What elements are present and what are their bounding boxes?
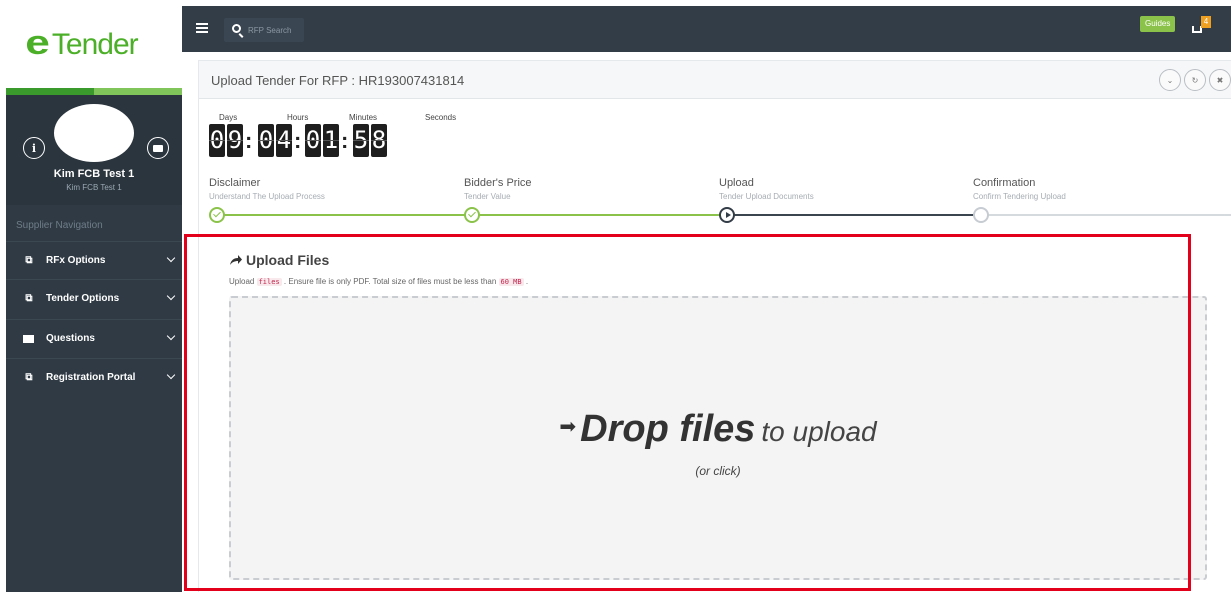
- chevron-down-icon: [166, 370, 176, 380]
- step-done-check-icon[interactable]: [464, 207, 480, 223]
- countdown-digit: 0: [258, 124, 274, 157]
- countdown-digit: 0: [209, 124, 225, 157]
- close-button[interactable]: ✖: [1209, 69, 1231, 91]
- copy-icon: ⧉: [25, 255, 33, 266]
- sidebar-item-rfx-options[interactable]: ⧉ RFx Options: [6, 241, 182, 279]
- step-title-bidders-price: Bidder's Price: [464, 177, 532, 189]
- countdown-digit: 0: [305, 124, 321, 157]
- profile-name: Kim FCB Test 1: [53, 168, 135, 180]
- countdown-separator: :: [294, 128, 302, 153]
- cart-count-badge: 4: [1201, 16, 1211, 28]
- countdown-days-label: Days: [219, 113, 238, 122]
- step-pending-icon[interactable]: [973, 207, 989, 223]
- step-progress-line: [727, 214, 981, 216]
- sidebar-item-registration-portal[interactable]: ⧉ Registration Portal: [6, 358, 182, 396]
- sidebar-item-label: Registration Portal: [46, 372, 136, 383]
- profile-panel: i Kim FCB Test 1 Kim FCB Test 1: [6, 95, 182, 205]
- countdown-minutes-label: Minutes: [349, 113, 378, 122]
- logo-text: Tender: [51, 28, 139, 61]
- etender-logo[interactable]: e Tender: [25, 24, 139, 63]
- countdown-separator: :: [341, 128, 349, 153]
- step-subtitle-upload: Tender Upload Documents: [719, 192, 814, 201]
- countdown-hours: 0 4: [258, 124, 292, 157]
- step-progress-line: [981, 214, 1231, 216]
- panel-header: Upload Tender For RFP : HR193007431814 ⌄…: [199, 61, 1231, 99]
- copy-icon: ⧉: [25, 372, 33, 383]
- menu-toggle-icon[interactable]: [196, 23, 208, 33]
- nav-heading: Supplier Navigation: [16, 220, 103, 231]
- mail-icon[interactable]: [147, 137, 169, 159]
- chevron-down-icon: [166, 331, 176, 341]
- countdown-minutes: 0 1: [305, 124, 339, 157]
- sidebar-item-label: Tender Options: [46, 293, 120, 304]
- step-subtitle-disclaimer: Understand The Upload Process: [209, 192, 325, 201]
- profile-subtitle: Kim FCB Test 1: [66, 183, 122, 192]
- sidebar-item-questions[interactable]: Questions: [6, 319, 182, 357]
- collapse-button[interactable]: ⌄: [1159, 69, 1181, 91]
- top-bar: Guides 4: [182, 6, 1231, 52]
- step-title-confirmation: Confirmation: [973, 177, 1036, 189]
- page-title: Upload Tender For RFP : HR193007431814: [211, 73, 465, 88]
- chevron-down-icon: ⌄: [1166, 75, 1174, 85]
- highlight-annotation-box: [184, 234, 1191, 591]
- countdown-seconds: 5 8: [353, 124, 387, 157]
- countdown-digit: 4: [276, 124, 292, 157]
- step-done-check-icon[interactable]: [209, 207, 225, 223]
- countdown-digit: 9: [227, 124, 243, 157]
- info-icon[interactable]: i: [23, 137, 45, 159]
- search-input[interactable]: [248, 22, 302, 38]
- search-icon: [232, 24, 241, 33]
- step-subtitle-confirmation: Confirm Tendering Upload: [973, 192, 1066, 201]
- logo-area: e Tender: [6, 6, 182, 88]
- countdown-digit: 1: [323, 124, 339, 157]
- refresh-button[interactable]: ↻: [1184, 69, 1206, 91]
- countdown-digit: 8: [371, 124, 387, 157]
- chevron-down-icon: [166, 253, 176, 263]
- countdown-seconds-label: Seconds: [425, 113, 457, 122]
- step-current-icon[interactable]: [719, 207, 735, 223]
- envelope-icon: [23, 334, 34, 343]
- sidebar-item-tender-options[interactable]: ⧉ Tender Options: [6, 279, 182, 317]
- countdown-days: 0 9: [209, 124, 243, 157]
- step-title-upload: Upload: [719, 177, 754, 189]
- step-subtitle-bidders-price: Tender Value: [464, 192, 511, 201]
- search-box[interactable]: [224, 18, 304, 42]
- app-root: e Tender i Kim FCB Test 1 Kim FCB Test 1 …: [0, 0, 1231, 592]
- step-title-disclaimer: Disclaimer: [209, 177, 261, 189]
- close-icon: ✖: [1216, 75, 1224, 85]
- sidebar-item-label: Questions: [46, 333, 95, 344]
- copy-icon: ⧉: [25, 293, 33, 304]
- sidebar-item-label: RFx Options: [46, 255, 106, 266]
- chevron-down-icon: [166, 291, 176, 301]
- countdown-hours-label: Hours: [287, 113, 309, 122]
- countdown-digit: 5: [353, 124, 369, 157]
- avatar: [54, 104, 134, 162]
- guides-button[interactable]: Guides: [1140, 16, 1176, 32]
- countdown-separator: :: [245, 128, 253, 153]
- sidebar: e Tender i Kim FCB Test 1 Kim FCB Test 1 …: [6, 6, 182, 592]
- logo-stripe: [6, 88, 182, 95]
- refresh-icon: ↻: [1191, 75, 1199, 85]
